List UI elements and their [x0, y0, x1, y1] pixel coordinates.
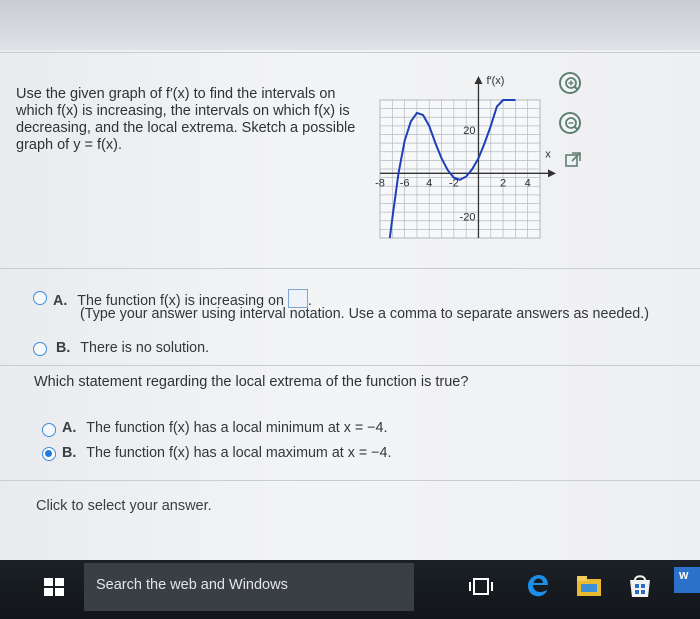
task-view-icon[interactable]: [468, 576, 494, 598]
word-app-icon[interactable]: W: [674, 567, 700, 593]
extrema-option-a-letter: A.: [62, 420, 77, 436]
zoom-in-button[interactable]: [559, 72, 581, 94]
extrema-option-a-text: The function f(x) has a local minimum at…: [86, 420, 388, 436]
windows-logo-icon-part: [55, 578, 64, 586]
zoom-out-button[interactable]: [559, 112, 581, 134]
x-axis-label: x: [545, 148, 551, 160]
x-tick-label: -8: [375, 177, 385, 189]
extrema-option-a[interactable]: A. The function f(x) has a local minimum…: [62, 420, 387, 436]
option-a-letter: A.: [53, 293, 68, 309]
derivative-graph: f′(x)x-8 -6 4 -2 2 420-20: [375, 75, 556, 239]
windows-logo-icon-part: [55, 588, 64, 596]
extrema-option-b[interactable]: B. The function f(x) has a local maximum…: [62, 445, 391, 461]
y-axis-label: f′(x): [486, 75, 504, 87]
window-top-strip: [0, 0, 700, 50]
taskbar-search-placeholder: Search the web and Windows: [96, 577, 288, 593]
windows-start-button[interactable]: [44, 578, 66, 598]
footer-note: Click to select your answer.: [36, 498, 212, 514]
y-tick-label-top: 20: [463, 125, 475, 137]
option-a-radio[interactable]: [33, 291, 47, 305]
option-b[interactable]: B. There is no solution.: [56, 340, 209, 356]
x-tick-label: -6: [400, 177, 410, 189]
footer-divider: [0, 480, 700, 481]
y-tick-label-bottom: -20: [460, 211, 476, 223]
zoom-out-icon: [565, 117, 579, 131]
extrema-option-b-letter: B.: [62, 445, 77, 461]
windows-logo-icon-part: [44, 588, 53, 596]
problem-prompt: Use the given graph of f′(x) to find the…: [16, 86, 356, 153]
x-tick-label: 4: [525, 177, 531, 189]
question-divider: [0, 365, 700, 366]
extrema-option-b-text: The function f(x) has a local maximum at…: [86, 445, 392, 461]
extrema-option-a-radio[interactable]: [42, 423, 56, 437]
extrema-question: Which statement regarding the local extr…: [34, 374, 469, 390]
edge-browser-icon[interactable]: [525, 572, 551, 600]
windows-logo-icon: [44, 578, 53, 586]
option-b-radio[interactable]: [33, 342, 47, 356]
svg-text:W: W: [679, 571, 689, 582]
file-explorer-icon[interactable]: [575, 574, 603, 598]
store-icon[interactable]: [626, 572, 654, 600]
extrema-option-b-radio[interactable]: [42, 447, 56, 461]
zoom-in-icon: [565, 77, 579, 91]
top-divider: [0, 52, 700, 53]
y-axis-arrow: [474, 76, 483, 84]
x-tick-label: 2: [500, 177, 506, 189]
option-a-hint: (Type your answer using interval notatio…: [80, 306, 649, 322]
option-b-letter: B.: [56, 340, 71, 356]
x-axis-arrow: [548, 169, 556, 178]
open-external-button[interactable]: [563, 150, 583, 175]
external-link-icon: [565, 152, 581, 167]
graph-divider: [0, 268, 700, 269]
option-b-text: There is no solution.: [80, 340, 210, 356]
x-tick-label: 4: [426, 177, 432, 189]
